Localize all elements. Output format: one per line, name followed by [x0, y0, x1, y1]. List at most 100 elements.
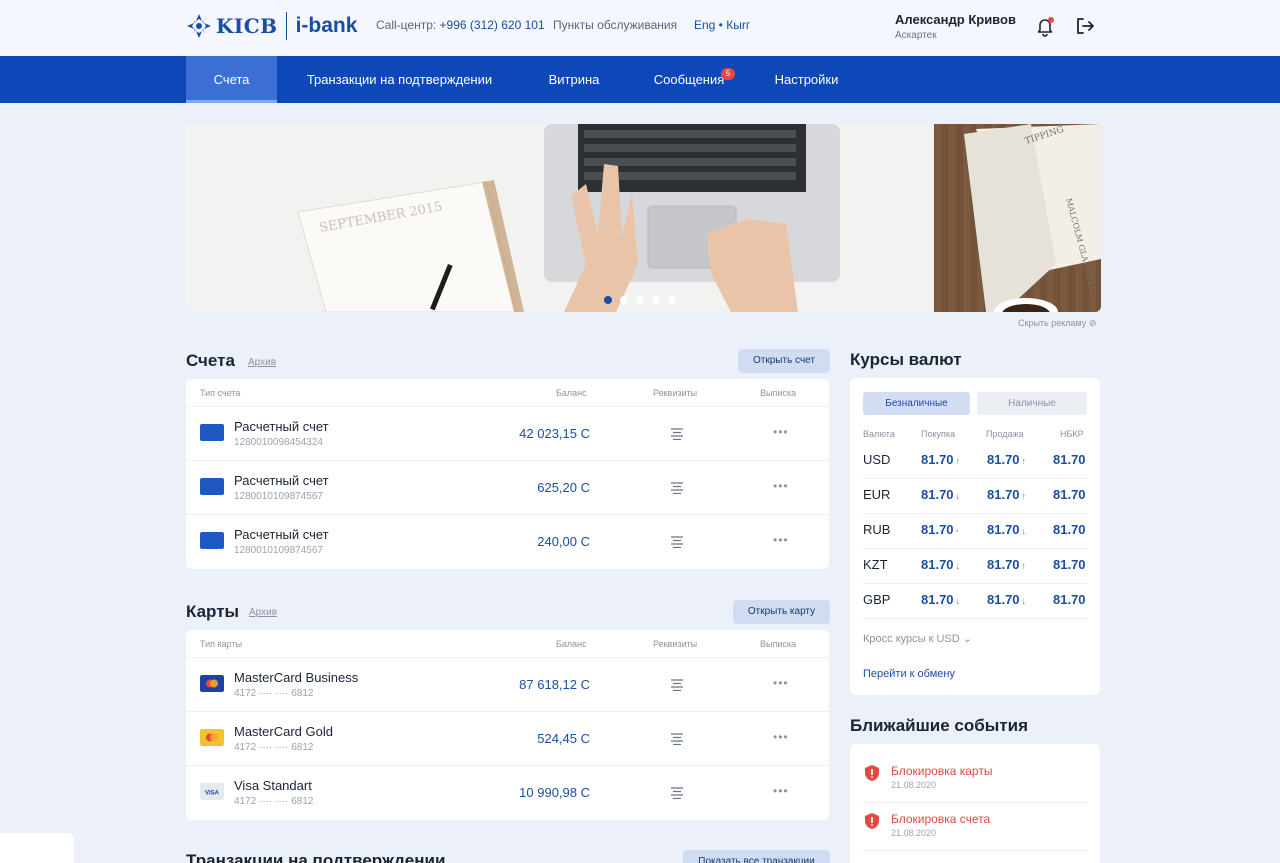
mastercard-gold-icon [200, 729, 224, 746]
shield-alert-icon [865, 765, 879, 781]
events-title: Ближайшие события [850, 716, 1028, 735]
rate-buy-value: 81.70 [921, 452, 954, 467]
column-header-balance: Баланс [556, 388, 587, 398]
card-title: MasterCard Business [234, 670, 359, 685]
hide-ad-label: Скрыть рекламу [1018, 318, 1087, 328]
requisites-icon[interactable] [670, 482, 684, 494]
rate-nbkr: 81.70 [1053, 452, 1086, 467]
call-center-number[interactable]: +996 (312) 620 101 [440, 18, 545, 32]
event-title: Блокировка счета [891, 812, 991, 826]
nav-tab-messages[interactable]: Сообщения 5 [645, 56, 735, 103]
arrow-down-icon: ↓ [1021, 526, 1027, 536]
top-bar: KICB i-bank Call-центр: +996 (312) 620 1… [0, 0, 1280, 56]
tab-cashless[interactable]: Безналичные [863, 392, 970, 415]
rate-buy: 81.70 ↑ [921, 452, 960, 467]
chevron-down-icon: ⌄ [962, 633, 972, 645]
more-icon[interactable]: ••• [773, 676, 789, 690]
table-row[interactable]: Расчетный счет 1280010109874567 240,00 С… [186, 514, 829, 568]
messages-count-badge: 5 [721, 68, 735, 80]
call-center-label: Call-центр: [376, 18, 440, 32]
nav-tab-settings[interactable]: Настройки [762, 56, 851, 103]
open-account-button[interactable]: Открыть счет [738, 349, 830, 373]
rate-sell: 81.70 ↑ [987, 487, 1026, 502]
rates-header-nbkr: НБКР [1060, 429, 1084, 439]
logo[interactable]: KICB i-bank [186, 11, 357, 41]
more-icon[interactable]: ••• [773, 425, 789, 439]
requisites-icon[interactable] [670, 733, 684, 745]
hide-ad-link[interactable]: Скрыть рекламу ⊘ [1018, 318, 1096, 329]
rate-buy-value: 81.70 [921, 487, 954, 502]
table-row[interactable]: VISA Visa Standart 4172 ···· ···· 6812 1… [186, 765, 829, 819]
cards-archive-link[interactable]: Архив [249, 607, 277, 618]
rate-currency: GBP [863, 592, 891, 607]
accounts-table: Тип счета Баланс Реквизиты Выписка Расче… [186, 379, 829, 569]
rates-header-currency: Валюта [863, 429, 895, 439]
cross-rates-dropdown[interactable]: Кросс курсы к USD ⌄ [863, 632, 972, 645]
account-card-icon [200, 424, 224, 441]
cards-title: Карты [186, 602, 240, 621]
rate-nbkr: 81.70 [1053, 487, 1086, 502]
user-name[interactable]: Александр Кривов [895, 12, 1016, 27]
requisites-icon[interactable] [670, 536, 684, 548]
event-date: 21.08.2020 [891, 828, 937, 838]
rate-sell-value: 81.70 [987, 452, 1020, 467]
bell-icon[interactable] [1034, 15, 1056, 37]
nav-tab-transactions[interactable]: Транзакции на подтверждении [297, 56, 502, 103]
visa-icon: VISA [200, 783, 224, 800]
rate-row-rub: RUB 81.70 • 81.70 ↓ 81.70 [863, 514, 1087, 549]
rates-title: Курсы валют [850, 350, 962, 369]
column-header-statement: Выписка [760, 639, 797, 649]
account-balance: 42 023,15 С [519, 426, 590, 441]
service-points-link[interactable]: Пункты обслуживания [553, 18, 677, 32]
card-number: 4172 ···· ···· 6812 [234, 688, 314, 699]
arrow-down-icon: ↓ [1021, 596, 1027, 606]
more-icon[interactable]: ••• [773, 730, 789, 744]
table-row[interactable]: MasterCard Business 4172 ···· ···· 6812 … [186, 657, 829, 711]
list-item[interactable]: Блокировка карты 21.08.2020 [863, 756, 1087, 803]
rate-sell-value: 81.70 [987, 522, 1020, 537]
kicb-logo-icon [187, 14, 211, 38]
language-switch[interactable]: Eng • Кыrг [694, 18, 750, 32]
tab-cash[interactable]: Наличные [977, 392, 1087, 415]
requisites-icon[interactable] [670, 787, 684, 799]
more-icon[interactable]: ••• [773, 479, 789, 493]
nav-tab-label: Витрина [548, 72, 600, 87]
rate-nbkr: 81.70 [1053, 522, 1086, 537]
card-balance: 87 618,12 С [519, 677, 590, 692]
account-title: Расчетный счет [234, 527, 329, 542]
rate-row-gbp: GBP 81.70 ↓ 81.70 ↓ 81.70 [863, 584, 1087, 619]
column-header-type: Тип счета [200, 388, 241, 398]
more-icon[interactable]: ••• [773, 533, 789, 547]
rate-buy: 81.70 • [921, 522, 959, 537]
logo-divider [285, 12, 287, 40]
card-number: 4172 ···· ···· 6812 [234, 742, 314, 753]
rate-row-kzt: KZT 81.70 ↓ 81.70 ↑ 81.70 [863, 549, 1087, 584]
table-row[interactable]: Расчетный счет 1280010109874567 625,20 С… [186, 460, 829, 514]
nav-tab-showcase[interactable]: Витрина [534, 56, 614, 103]
rate-sell-value: 81.70 [987, 592, 1020, 607]
logout-icon[interactable] [1074, 15, 1096, 37]
rate-currency: RUB [863, 522, 891, 537]
nav-tab-label: Настройки [774, 72, 839, 87]
chat-widget[interactable] [0, 833, 74, 863]
table-row[interactable]: Расчетный счет 1280010098454324 42 023,1… [186, 406, 829, 460]
nav-tab-label: Транзакции на подтверждении [306, 72, 493, 87]
rate-buy: 81.70 ↓ [921, 487, 960, 502]
accounts-archive-link[interactable]: Архив [248, 357, 276, 368]
show-all-transactions-button[interactable]: Показать все транзакции [683, 850, 830, 863]
list-item[interactable]: Блокировка счета 21.08.2020 [863, 804, 1087, 851]
table-row[interactable]: MasterCard Gold 4172 ···· ···· 6812 524,… [186, 711, 829, 765]
nav-tab-accounts[interactable]: Счета [186, 56, 277, 103]
rate-buy-value: 81.70 [921, 522, 954, 537]
account-balance: 625,20 С [537, 480, 590, 495]
go-to-exchange-link[interactable]: Перейти к обмену [863, 668, 955, 680]
requisites-icon[interactable] [670, 428, 684, 440]
promo-banner[interactable]: TIPPING MALCOLM GLADWELL SEPTEMBER 2015 [186, 124, 1101, 312]
more-icon[interactable]: ••• [773, 784, 789, 798]
logo-product: i-bank [295, 14, 358, 37]
requisites-icon[interactable] [670, 679, 684, 691]
open-card-button[interactable]: Открыть карту [733, 600, 830, 624]
column-header-statement: Выписка [760, 388, 797, 398]
column-header-type: Тип карты [200, 639, 243, 649]
event-date: 21.08.2020 [891, 780, 937, 790]
